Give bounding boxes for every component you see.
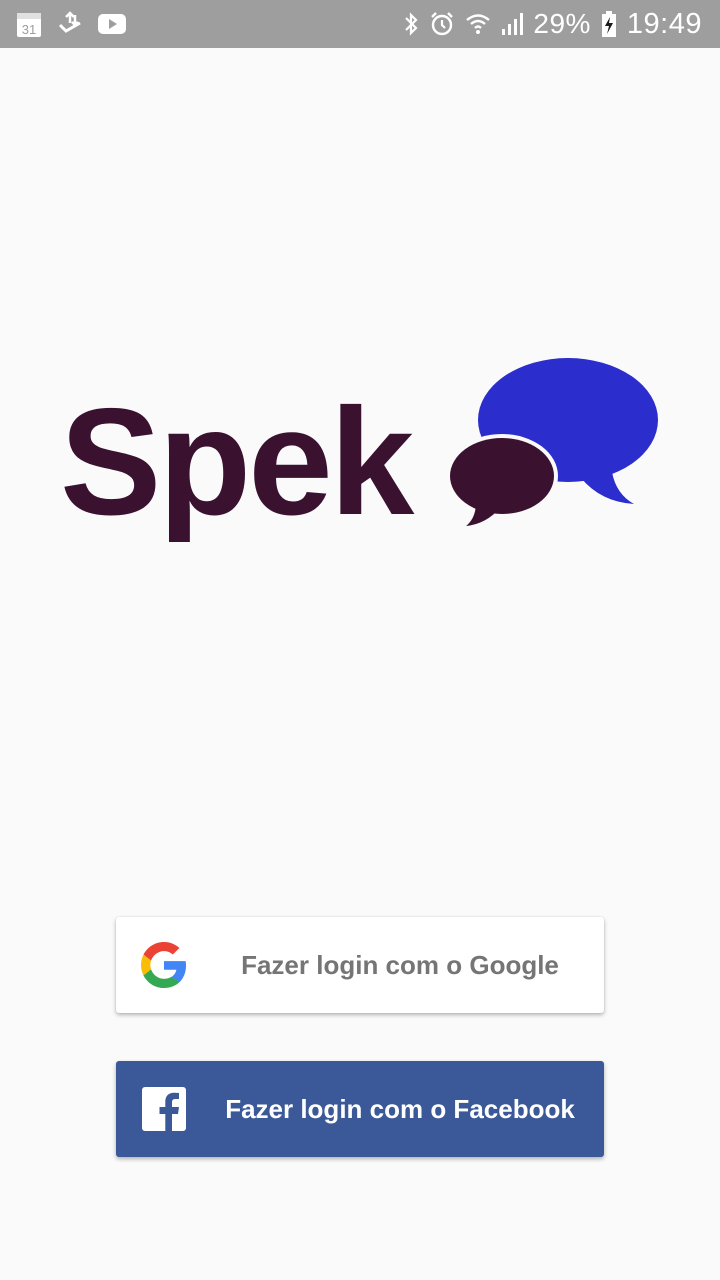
facebook-login-label: Fazer login com o Facebook bbox=[225, 1093, 575, 1124]
signal-icon bbox=[501, 12, 525, 36]
facebook-login-button[interactable]: Fazer login com o Facebook bbox=[116, 1061, 604, 1157]
facebook-f-icon bbox=[140, 1085, 188, 1133]
logo-wordmark: Spek bbox=[60, 377, 415, 542]
youtube-icon bbox=[98, 14, 126, 34]
dark-speech-bubble-icon bbox=[446, 434, 558, 532]
app-logo: Spek bbox=[56, 352, 666, 547]
notification-icons: 31 bbox=[16, 10, 140, 38]
google-login-button[interactable]: Fazer login com o Google bbox=[116, 917, 604, 1013]
calendar-icon: 31 bbox=[16, 10, 42, 38]
clock: 19:49 bbox=[626, 7, 702, 40]
battery-percent: 29% bbox=[533, 8, 591, 39]
battery-charging-icon bbox=[601, 11, 617, 37]
alarm-icon bbox=[429, 11, 455, 37]
calendar-day: 31 bbox=[22, 22, 36, 37]
google-g-icon bbox=[140, 941, 188, 989]
google-login-label: Fazer login com o Google bbox=[241, 949, 559, 980]
system-icons: 29% 19:49 bbox=[393, 8, 702, 41]
download-icon bbox=[56, 11, 84, 37]
status-bar: 31 29% 19:49 bbox=[0, 0, 720, 48]
wifi-icon bbox=[465, 11, 491, 37]
bluetooth-icon bbox=[403, 10, 419, 38]
